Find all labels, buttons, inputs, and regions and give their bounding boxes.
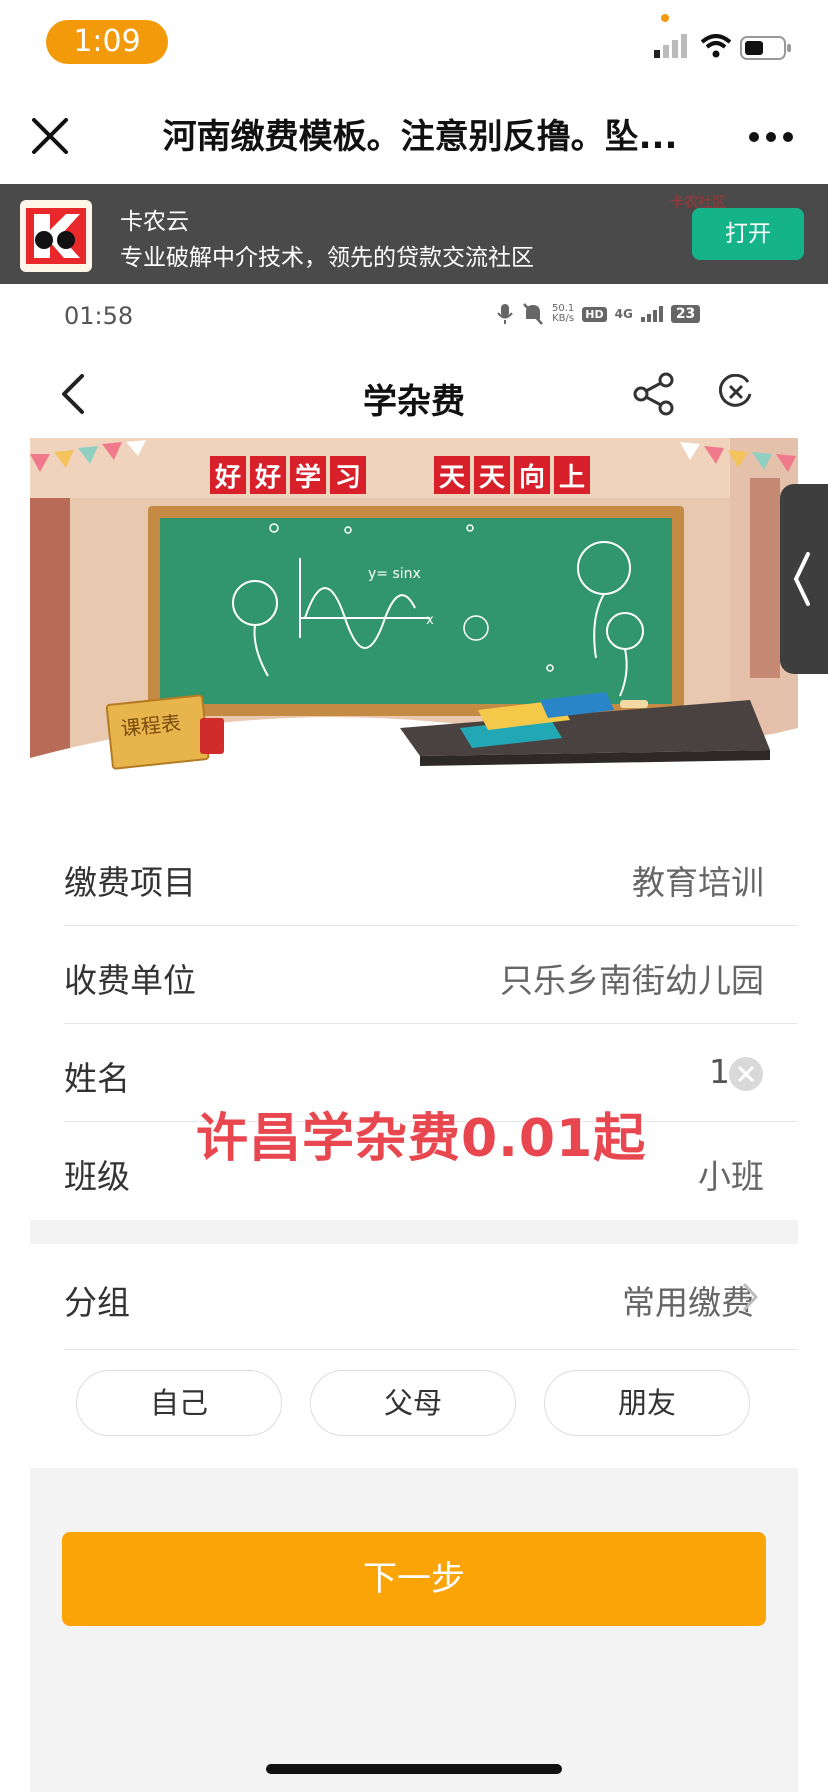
form-value: 教育培训 [632, 863, 764, 902]
form-row-payee: 收费单位 只乐乡南街幼儿园 [64, 926, 798, 1024]
more-options-icon[interactable] [748, 130, 794, 144]
app-download-banner: 卡农云 专业破解中介技术，领先的贷款交流社区 卡农社区 打开 [0, 184, 828, 284]
group-chip-self[interactable]: 自己 [76, 1370, 282, 1436]
section-divider [30, 1220, 798, 1244]
banner-char: 好 [214, 463, 241, 493]
browser-title: 河南缴费模板。注意别反撸。坠... [162, 117, 678, 157]
banner-char: 天 [439, 463, 465, 493]
privacy-indicator-dot [661, 14, 669, 22]
chevron-right-icon [742, 1282, 758, 1312]
wifi-icon [700, 34, 732, 58]
promo-overlay-text: 许昌学杂费0.01起 [196, 1109, 647, 1169]
app-name: 卡农云 [120, 209, 189, 235]
formula-text: y= sinx [368, 566, 421, 582]
banner-char: 上 [559, 463, 585, 493]
axis-x-label: x [426, 613, 434, 628]
form-value: 小班 [698, 1157, 764, 1196]
page-nav-bar: 学杂费 [0, 350, 828, 438]
clear-input-icon[interactable] [728, 1056, 764, 1092]
battery-icon [740, 36, 791, 60]
group-chip-parents[interactable]: 父母 [310, 1370, 516, 1436]
status-time: 1:09 [46, 20, 168, 64]
banner-char: 习 [335, 463, 361, 493]
group-selector[interactable]: 分组 常用缴费 [64, 1244, 798, 1350]
app-logo [20, 200, 92, 272]
inner-status-bar: 01:58 50.1 KB/s HD 4G 23 [0, 284, 828, 350]
share-icon[interactable] [632, 372, 676, 416]
signal-bars-icon [640, 306, 663, 322]
banner-char: 学 [295, 462, 321, 493]
form-label: 收费单位 [64, 961, 196, 1000]
microphone-icon [497, 304, 513, 324]
inner-status-time: 01:58 [64, 302, 134, 330]
form-row-payment-item: 缴费项目 教育培训 [64, 828, 798, 926]
next-step-button[interactable]: 下一步 [62, 1532, 766, 1626]
hd-badge: HD [582, 306, 607, 322]
cellular-signal-icon [654, 34, 687, 58]
form-value: 只乐乡南街幼儿园 [500, 961, 764, 1000]
form-label: 班级 [64, 1157, 130, 1196]
chevron-left-icon [793, 552, 810, 606]
network-speed: 50.1 KB/s [552, 303, 575, 324]
classroom-banner-image: 好 好 学 习 天 天 向 上 y= sinx x 课程表 [30, 438, 798, 818]
form-label: 缴费项目 [64, 863, 196, 902]
ios-status-bar: 1:09 [0, 0, 828, 90]
page-title: 学杂费 [363, 382, 465, 422]
group-value: 常用缴费 [622, 1283, 754, 1322]
mute-bell-icon [523, 303, 543, 325]
side-collapse-tab[interactable] [780, 484, 828, 674]
footer-area [30, 1468, 798, 1792]
close-icon[interactable] [30, 116, 70, 156]
open-app-button[interactable]: 打开 [692, 208, 804, 260]
network-type: 4G [614, 307, 633, 321]
form-label: 姓名 [64, 1059, 130, 1098]
battery-level: 23 [670, 305, 701, 323]
browser-header: 河南缴费模板。注意别反撸。坠... [0, 90, 828, 184]
name-input[interactable]: 1 [709, 1052, 730, 1091]
banner-char: 好 [254, 463, 281, 493]
app-description: 专业破解中介技术，领先的贷款交流社区 [120, 245, 534, 271]
inner-status-icons: 50.1 KB/s HD 4G 23 [496, 302, 701, 326]
close-circle-icon[interactable] [718, 374, 754, 410]
group-chip-friends[interactable]: 朋友 [544, 1370, 750, 1436]
form-label: 分组 [64, 1283, 130, 1322]
banner-char: 向 [519, 462, 545, 493]
home-indicator [266, 1764, 562, 1774]
banner-char: 天 [479, 463, 505, 493]
